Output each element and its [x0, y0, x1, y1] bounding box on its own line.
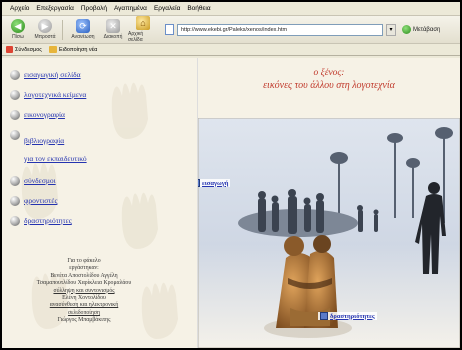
nav-link-activities[interactable]: δραστηριότητες — [24, 216, 72, 225]
forward-arrow-icon: ▶ — [38, 19, 52, 33]
bullet-icon — [10, 216, 20, 226]
nav-item-activities[interactable]: δραστηριότητες — [2, 216, 197, 226]
address-dropdown-icon[interactable]: ▾ — [386, 23, 396, 36]
links-item-1-label: Σύνδεσμος — [15, 46, 42, 53]
toolbar-separator — [62, 19, 63, 40]
stop-icon: ✕ — [106, 19, 120, 33]
intro-link-label: εισαγωγή — [202, 179, 229, 187]
credits-line: Για το φάκελο — [67, 258, 101, 264]
go-button[interactable]: Μετάβαση — [402, 25, 440, 34]
folder-icon — [48, 46, 57, 53]
back-label: Πίσω — [12, 34, 24, 40]
page-icon — [165, 24, 174, 35]
menu-file[interactable]: Αρχείο — [10, 5, 29, 12]
credits: Για το φάκελο εργάστηκαν: Βενέτα Αποστολ… — [10, 258, 158, 325]
bullet-icon — [10, 110, 20, 120]
bullet-icon — [10, 70, 20, 80]
stop-button[interactable]: ✕ Διακοπή — [101, 19, 125, 40]
home-button[interactable]: ⌂ Αρχική σελίδα — [128, 16, 158, 43]
link-icon — [198, 179, 200, 187]
link-icon — [320, 312, 328, 320]
stop-label: Διακοπή — [103, 34, 123, 40]
toolbar: ◀ Πίσω ▶ Μπροστά ⟳ Ανανέωση ✕ Διακοπή ⌂ … — [2, 16, 460, 44]
nav-link-tutors[interactable]: φροντιστές — [24, 196, 57, 205]
menu-favorites[interactable]: Αγαπημένα — [114, 5, 147, 12]
menu-view[interactable]: Προβολή — [81, 5, 107, 12]
credits-line: Βενέτα Αποστολίδου Αγγέλη — [50, 272, 118, 279]
links-item-1[interactable]: Σύνδεσμος — [6, 46, 42, 53]
refresh-icon: ⟳ — [76, 19, 90, 33]
browser-window: Αρχείο Επεξεργασία Προβολή Αγαπημένα Εργ… — [2, 2, 460, 348]
address-bar: http://www.ekebi.gr/Paleks/xenos/index.h… — [165, 23, 396, 36]
bullet-icon — [10, 176, 20, 186]
link-page-icon — [6, 46, 13, 53]
bullet-icon — [10, 130, 20, 140]
page-subtitle: εικόνες του άλλου στη λογοτεχνία — [263, 80, 395, 91]
refresh-label: Ανανέωση — [71, 34, 95, 40]
back-button[interactable]: ◀ Πίσω — [6, 19, 30, 40]
menu-bar: Αρχείο Επεξεργασία Προβολή Αγαπημένα Εργ… — [2, 2, 460, 16]
links-item-2[interactable]: Ειδοποίηση νέα — [48, 46, 98, 53]
credits-line: σύλληψη και συντονισμός — [53, 287, 115, 294]
nav-link-illustration[interactable]: εικονογραφία — [24, 110, 65, 119]
sidebar: εισαγωγική σελίδα λογοτεχνικά κείμενα ει… — [2, 58, 198, 348]
main-panel: ο ξένος: εικόνες του άλλου στη λογοτεχνί… — [198, 58, 460, 348]
address-input[interactable]: http://www.ekebi.gr/Paleks/xenos/index.h… — [177, 23, 383, 36]
nav-item-intro[interactable]: εισαγωγική σελίδα — [2, 70, 197, 80]
nav-link-links[interactable]: σύνδεσμοι — [24, 176, 56, 185]
bullet-icon — [10, 196, 20, 206]
nav-item-texts[interactable]: λογοτεχνικά κείμενα — [2, 90, 197, 100]
credits-line: Ελένη Χοντολίδου — [62, 295, 106, 302]
menu-tools[interactable]: Εργαλεία — [154, 5, 180, 12]
home-icon: ⌂ — [136, 16, 150, 30]
nav-link-bibliography-2[interactable]: για τον εκπαιδευτικό — [24, 154, 87, 163]
menu-help[interactable]: Βοήθεια — [187, 5, 210, 12]
go-arrow-icon — [402, 25, 411, 34]
credits-line: Γιώργος Μπαμβάκιτης — [57, 317, 111, 324]
credits-line: εργάστηκαν: — [69, 265, 99, 272]
forward-button[interactable]: ▶ Μπροστά — [33, 19, 57, 40]
credits-line: ανασύνθεση και ηλεκτρονική — [49, 302, 119, 309]
nav-item-links[interactable]: σύνδεσμοι — [2, 176, 197, 186]
nav-link-intro[interactable]: εισαγωγική σελίδα — [24, 70, 81, 79]
back-arrow-icon: ◀ — [11, 19, 25, 33]
credits-line: Τσαμαπουτλίδου Χαρίκλεια Κρομαλάου — [36, 280, 132, 287]
title-box: ο ξένος: εικόνες του άλλου στη λογοτεχνί… — [198, 58, 460, 118]
activities-link[interactable]: δραστηριότητες — [318, 312, 377, 320]
refresh-button[interactable]: ⟳ Ανανέωση — [68, 19, 98, 40]
nav-list: εισαγωγική σελίδα λογοτεχνικά κείμενα ει… — [2, 70, 197, 226]
credits-line: σελιδοποίηση — [67, 309, 101, 316]
page-title: ο ξένος: — [313, 68, 345, 78]
nav-link-texts[interactable]: λογοτεχνικά κείμενα — [24, 90, 86, 99]
forward-label: Μπροστά — [34, 34, 56, 40]
nav-item-illustration[interactable]: εικονογραφία — [2, 110, 197, 120]
intro-link[interactable]: εισαγωγή — [198, 179, 231, 187]
bullet-icon — [10, 90, 20, 100]
home-label: Αρχική σελίδα — [128, 31, 144, 43]
activities-link-label: δραστηριότητες — [330, 312, 375, 320]
go-label: Μετάβαση — [413, 26, 441, 33]
nav-item-bibliography[interactable]: βιβλιογραφία για τον εκπαιδευτικό — [2, 130, 197, 166]
page-content: εισαγωγική σελίδα λογοτεχνικά κείμενα ει… — [2, 58, 460, 348]
nav-item-tutors[interactable]: φροντιστές — [2, 196, 197, 206]
nav-link-bibliography[interactable]: βιβλιογραφία — [24, 136, 64, 145]
screenshot-frame: Αρχείο Επεξεργασία Προβολή Αγαπημένα Εργ… — [0, 0, 462, 350]
links-bar: Σύνδεσμος Ειδοποίηση νέα — [2, 44, 460, 56]
links-item-2-label: Ειδοποίηση νέα — [58, 46, 98, 53]
menu-edit[interactable]: Επεξεργασία — [36, 5, 73, 12]
